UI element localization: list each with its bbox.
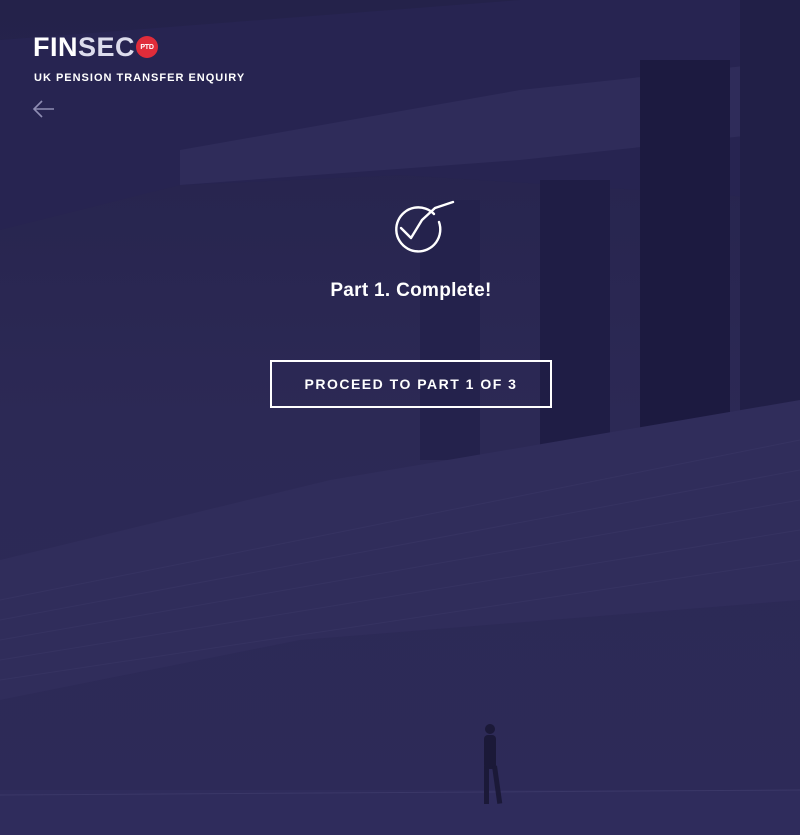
completion-title: Part 1. Complete!	[330, 280, 492, 301]
logo-badge: PTD	[136, 36, 159, 58]
logo-accent: SEC	[78, 32, 136, 62]
check-circle-icon	[386, 200, 456, 254]
logo[interactable]: FINSEC PTD	[33, 32, 245, 62]
background-image	[0, 0, 800, 835]
proceed-button[interactable]: PROCEED TO PART 1 OF 3	[270, 360, 552, 408]
page: FINSEC PTD UK PENSION TRANSFER ENQUIRY P…	[0, 0, 800, 835]
arrow-left-icon[interactable]	[32, 99, 56, 119]
logo-text: FINSEC	[33, 33, 135, 61]
header: FINSEC PTD UK PENSION TRANSFER ENQUIRY	[33, 32, 245, 84]
page-subtitle: UK PENSION TRANSFER ENQUIRY	[34, 72, 246, 84]
logo-main: FIN	[33, 32, 78, 62]
